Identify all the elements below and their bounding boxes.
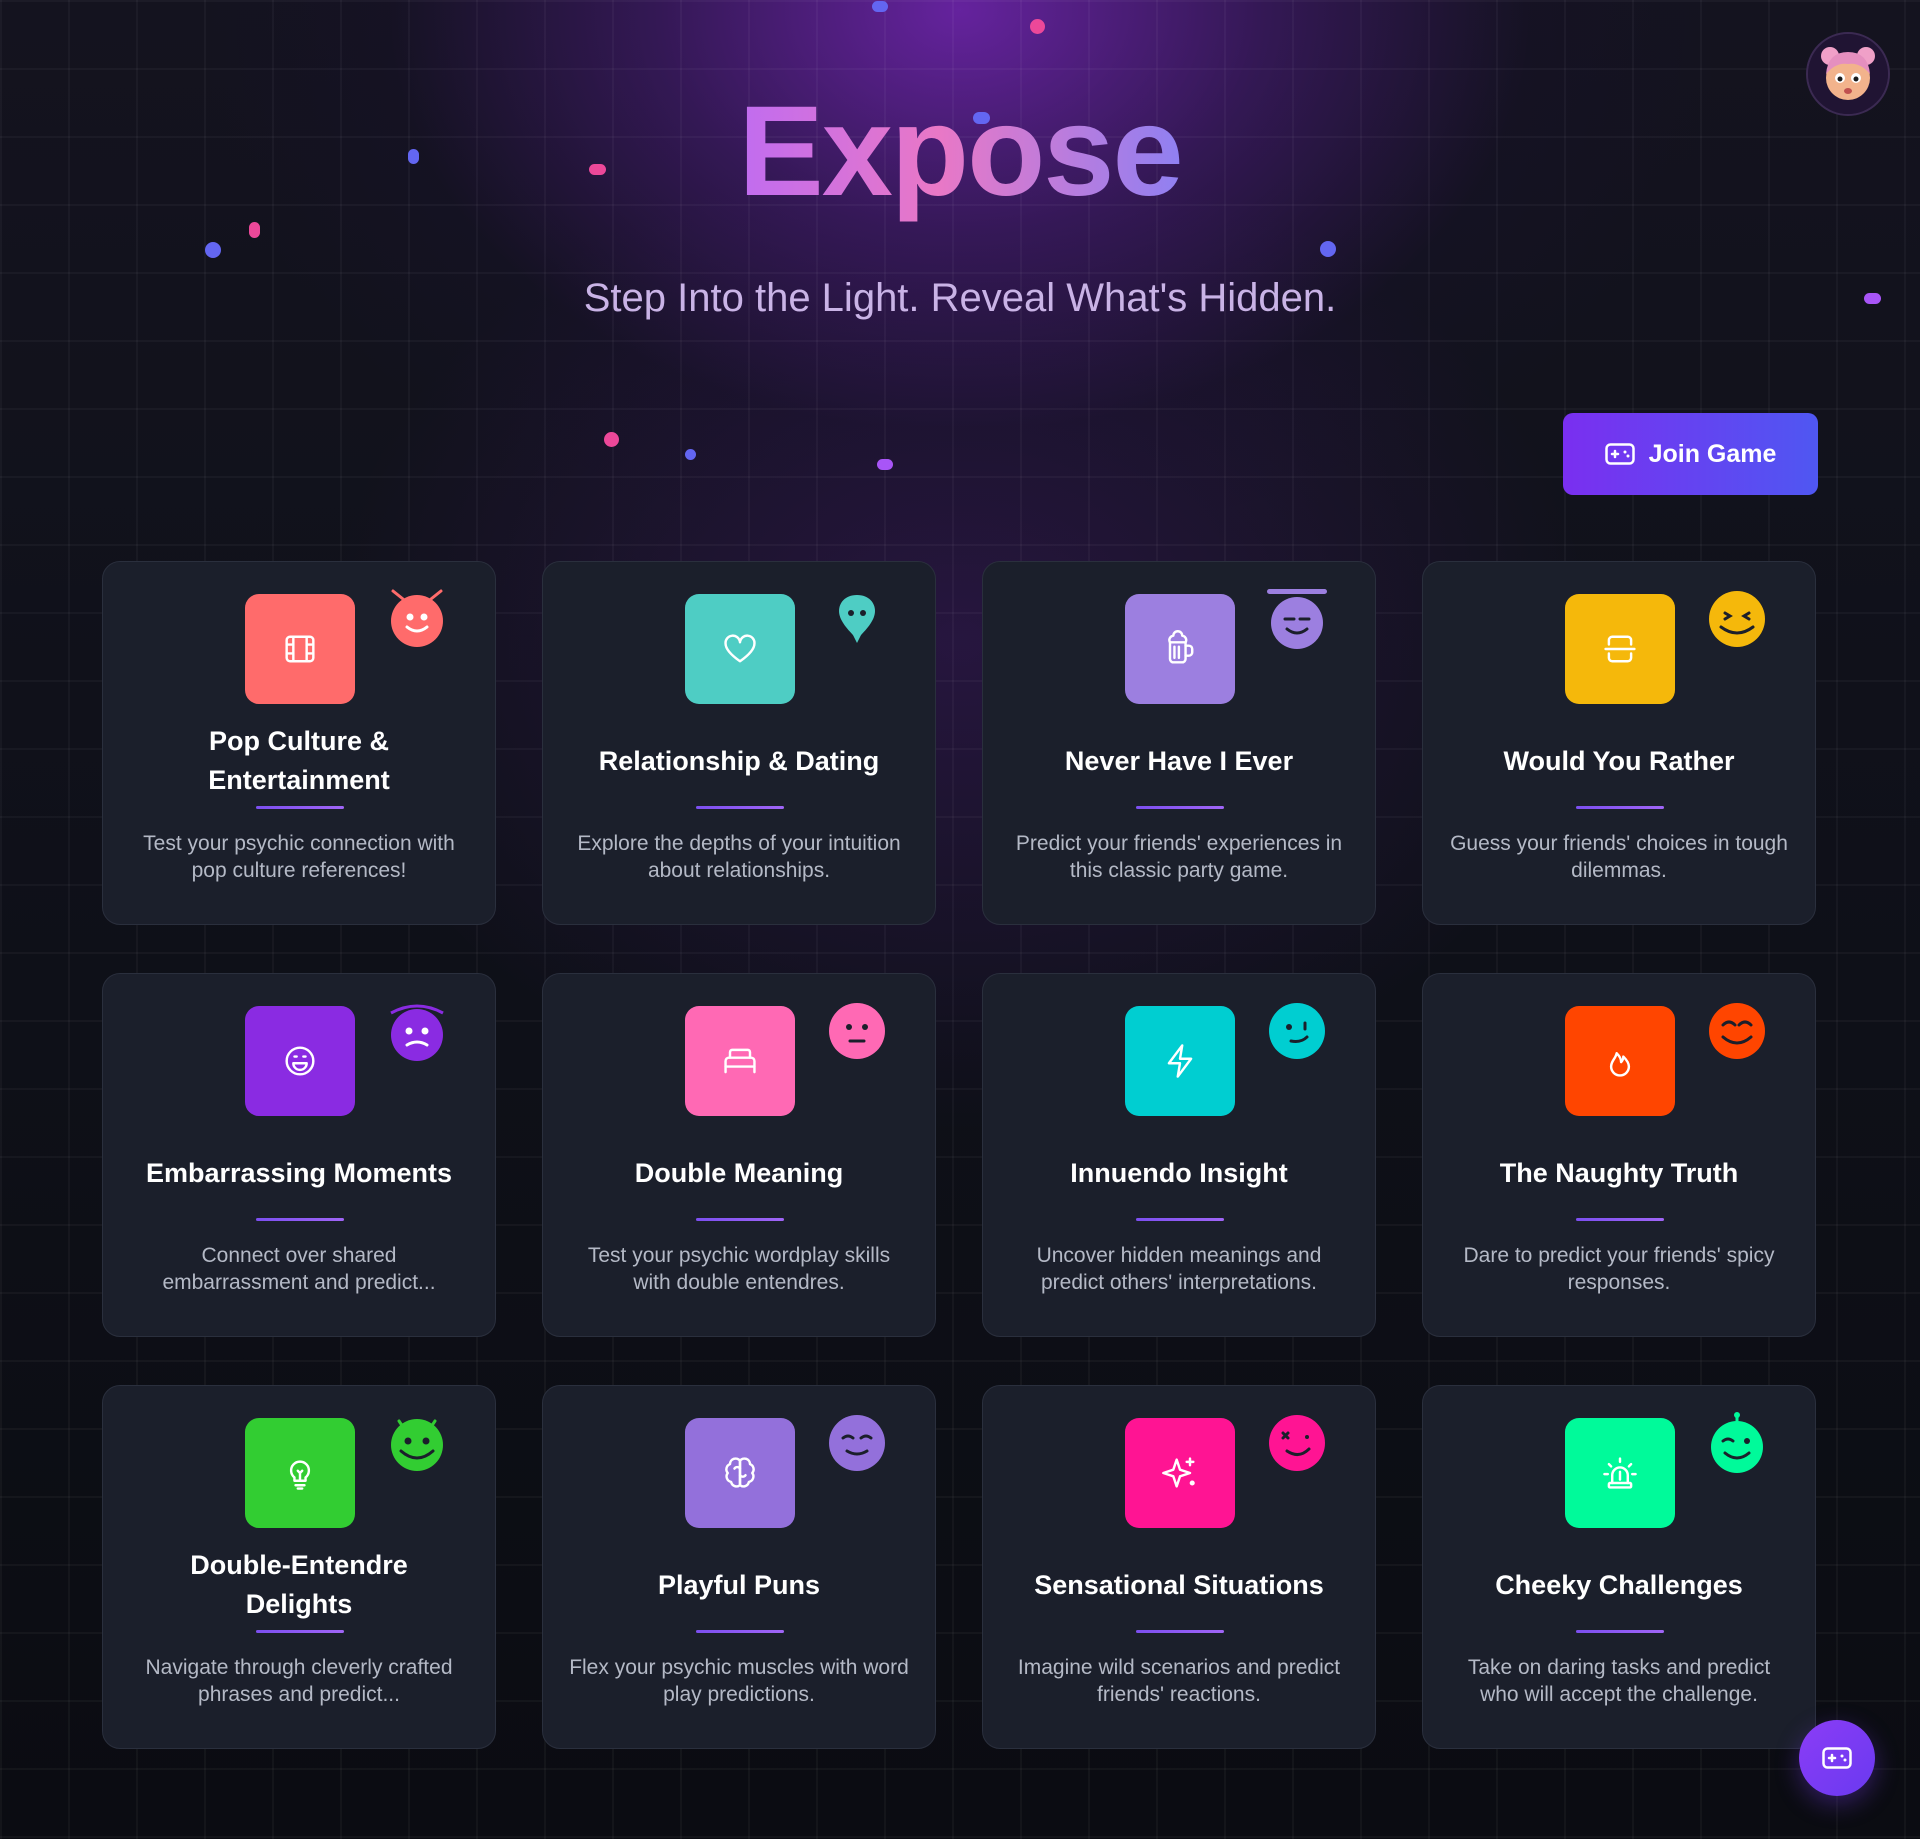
category-title: Playful Puns bbox=[657, 1570, 821, 1600]
category-card[interactable]: Sensational Situations Imagine wild scena… bbox=[982, 1385, 1376, 1749]
category-description: Test your psychic connection with pop cu… bbox=[143, 832, 455, 882]
category-icon-tile bbox=[1125, 1418, 1235, 1528]
neutral-face-icon bbox=[829, 1003, 885, 1059]
lightbulb-icon bbox=[289, 1460, 311, 1490]
title-underline bbox=[256, 1218, 344, 1221]
category-card[interactable]: Never Have I Ever Predict your friends' e… bbox=[982, 561, 1376, 925]
category-title: Cheeky Challenges bbox=[1495, 1570, 1743, 1600]
category-icon-tile bbox=[1565, 1418, 1675, 1528]
category-card[interactable]: Would You Rather Guess your friends' choi… bbox=[1422, 561, 1816, 925]
category-title: The Naughty Truth bbox=[1499, 1158, 1739, 1188]
alien-face-icon bbox=[839, 595, 875, 643]
category-card[interactable]: Playful Puns Flex your psychic muscles wi… bbox=[542, 1385, 936, 1749]
title-underline bbox=[1576, 1218, 1664, 1221]
category-icon-tile bbox=[685, 1006, 795, 1116]
category-description: Navigate through cleverly crafted phrase… bbox=[145, 1656, 453, 1706]
wink-face-icon bbox=[1269, 1415, 1325, 1471]
squint-face-icon bbox=[1709, 591, 1765, 647]
gamepad-icon bbox=[1604, 443, 1635, 465]
category-icon-tile bbox=[245, 1418, 355, 1528]
category-description: Dare to predict your friends' spicy resp… bbox=[1463, 1244, 1775, 1294]
app-title: Expose bbox=[738, 80, 1183, 223]
category-card[interactable]: The Naughty Truth Dare to predict your fr… bbox=[1422, 973, 1816, 1337]
category-description: Explore the depths of your intuition abo… bbox=[577, 832, 901, 882]
category-title: Double-Entendre Delights bbox=[190, 1550, 408, 1619]
category-icon-tile bbox=[1125, 1006, 1235, 1116]
heart-icon bbox=[724, 634, 756, 663]
grin-face-icon bbox=[1709, 1003, 1765, 1059]
content-face-icon bbox=[829, 1415, 885, 1471]
title-underline bbox=[256, 1630, 344, 1633]
category-title: Double Meaning bbox=[634, 1158, 844, 1188]
category-title: Relationship & Dating bbox=[598, 746, 880, 776]
category-icon-tile bbox=[1125, 594, 1235, 704]
smirk-face-icon bbox=[1269, 1003, 1325, 1059]
cartoon-avatar-icon bbox=[1808, 34, 1888, 114]
category-icon-tile bbox=[1565, 594, 1675, 704]
category-card[interactable]: Innuendo Insight Uncover hidden meanings … bbox=[982, 973, 1376, 1337]
title-underline bbox=[1576, 806, 1664, 809]
title-underline bbox=[256, 806, 344, 809]
title-underline bbox=[696, 1630, 784, 1633]
category-card[interactable]: Cheeky Challenges Take on daring tasks an… bbox=[1422, 1385, 1816, 1749]
title-underline bbox=[1136, 806, 1224, 809]
category-icon-tile bbox=[685, 1418, 795, 1528]
floating-game-button[interactable] bbox=[1799, 1720, 1875, 1796]
category-icon-tile bbox=[685, 594, 795, 704]
app-subtitle: Step Into the Light. Reveal What's Hidde… bbox=[583, 276, 1337, 320]
category-title: Embarrassing Moments bbox=[145, 1158, 453, 1188]
category-card[interactable]: Relationship & Dating Explore the depths … bbox=[542, 561, 936, 925]
user-avatar[interactable] bbox=[1806, 32, 1890, 116]
flame-icon bbox=[1609, 1052, 1631, 1077]
category-icon-tile bbox=[245, 594, 355, 704]
category-title: Sensational Situations bbox=[1034, 1570, 1324, 1600]
beer-mug-icon bbox=[1168, 630, 1194, 664]
join-game-button[interactable]: Join Game bbox=[1563, 413, 1818, 495]
gamepad-icon bbox=[1822, 1747, 1852, 1769]
category-description: Predict your friends' experiences in thi… bbox=[1015, 832, 1343, 882]
category-card[interactable]: Double-Entendre Delights Navigate through… bbox=[102, 1385, 496, 1749]
antenna-wink-face-icon bbox=[1711, 1412, 1763, 1473]
category-description: Test your psychic wordplay skills with d… bbox=[587, 1244, 891, 1294]
worried-face-icon bbox=[390, 1004, 444, 1061]
category-title: Pop Culture & Entertainment bbox=[208, 726, 390, 795]
lightning-icon bbox=[1167, 1044, 1193, 1078]
category-icon-tile bbox=[1565, 1006, 1675, 1116]
category-card[interactable]: Pop Culture & Entertainment Test your psy… bbox=[102, 561, 496, 925]
category-description: Uncover hidden meanings and predict othe… bbox=[1036, 1244, 1322, 1294]
category-description: Imagine wild scenarios and predict frien… bbox=[1017, 1656, 1341, 1706]
category-description: Connect over shared embarrassment and pr… bbox=[162, 1244, 436, 1294]
category-title: Would You Rather bbox=[1503, 746, 1735, 776]
antenna-smile-face-icon bbox=[391, 589, 443, 647]
sparkles-icon bbox=[1162, 1457, 1195, 1488]
brain-icon bbox=[725, 1457, 755, 1488]
category-card[interactable]: Double Meaning Test your psychic wordplay… bbox=[542, 973, 936, 1337]
alarm-siren-icon bbox=[1603, 1457, 1637, 1489]
category-description: Guess your friends' choices in tough dil… bbox=[1450, 832, 1788, 882]
title-underline bbox=[696, 806, 784, 809]
title-underline bbox=[1576, 1630, 1664, 1633]
join-game-label: Join Game bbox=[1648, 439, 1777, 468]
title-underline bbox=[1136, 1218, 1224, 1221]
category-icon-tile bbox=[245, 1006, 355, 1116]
category-title: Innuendo Insight bbox=[1070, 1158, 1288, 1188]
category-description: Flex your psychic muscles with word play… bbox=[569, 1656, 909, 1706]
category-description: Take on daring tasks and predict who wil… bbox=[1467, 1656, 1771, 1706]
big-smile-face-icon bbox=[391, 1419, 443, 1471]
category-title: Never Have I Ever bbox=[1064, 746, 1294, 776]
category-card[interactable]: Embarrassing Moments Connect over shared … bbox=[102, 973, 496, 1337]
title-underline bbox=[696, 1218, 784, 1221]
bed-icon bbox=[724, 1048, 756, 1074]
title-underline bbox=[1136, 1630, 1224, 1633]
laugh-face-icon bbox=[285, 1046, 315, 1076]
film-icon bbox=[285, 635, 315, 663]
halo-smile-face-icon bbox=[1267, 589, 1327, 649]
split-square-icon bbox=[1604, 635, 1636, 663]
